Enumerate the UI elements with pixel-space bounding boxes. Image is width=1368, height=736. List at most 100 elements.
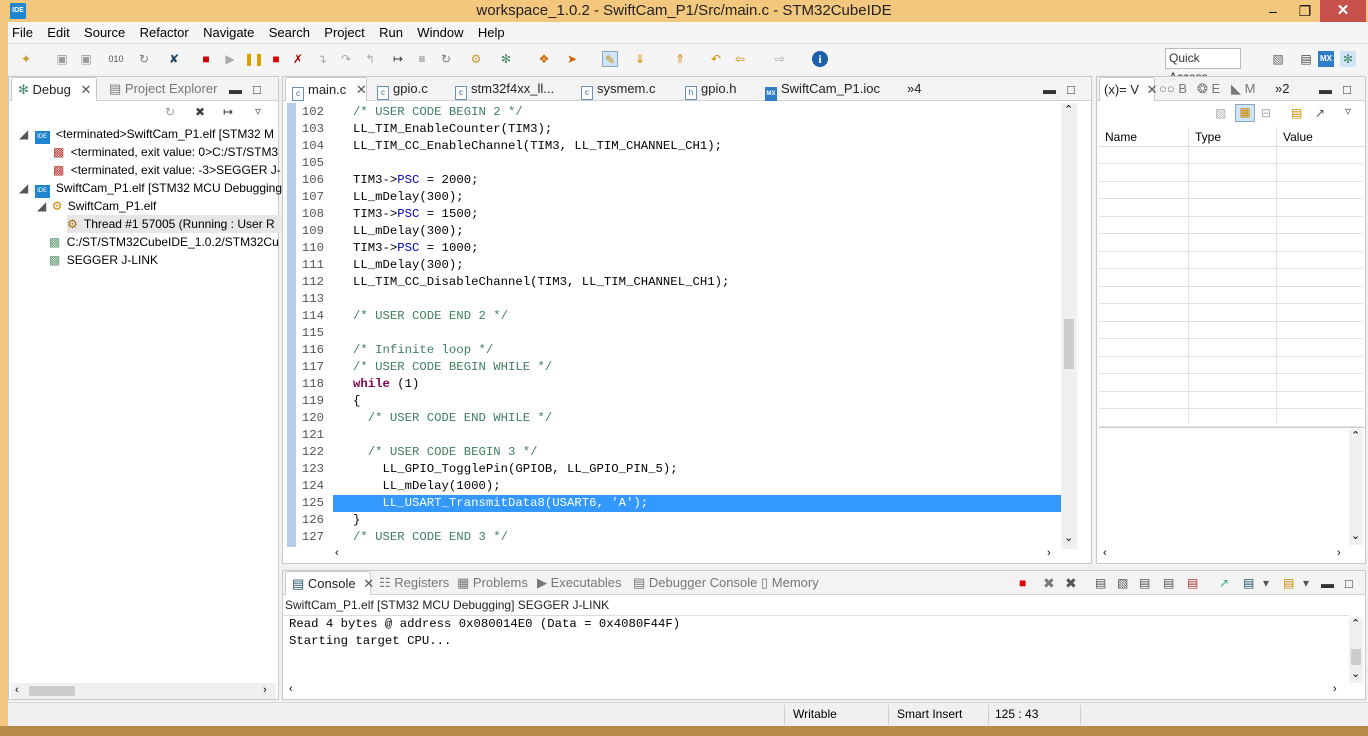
editor-vertical-scrollbar[interactable]: ⌃ ⌄ [1061,103,1077,549]
tab-debugger-console[interactable]: ▤ Debugger Console [633,571,757,595]
code-line[interactable]: 123 LL_GPIO_TogglePin(GPIOB, LL_GPIO_PIN… [287,461,1061,478]
tab-stm32f4xx-ll[interactable]: c stm32f4xx_ll... [455,77,554,101]
tree-item-active-session[interactable]: ◢ IDE SwiftCam_P1.elf [STM32 MCU Debuggi… [19,179,282,198]
tree-item-debug-target[interactable]: ◢ ⚙ SwiftCam_P1.elf [37,197,156,215]
show-on-output-icon[interactable]: ▤ [1163,576,1174,590]
scroll-left-icon[interactable]: ‹ [15,684,19,696]
step-into-icon[interactable]: ↴ [314,51,330,67]
remove-all-icon[interactable]: ✖ [195,105,205,119]
tab-problems[interactable]: ▦ Problems [457,571,528,595]
minimize-view-icon[interactable]: ▬ [1321,576,1334,591]
info-icon[interactable]: i [812,51,828,67]
save-all-icon[interactable]: ▣ [78,51,94,67]
code-line[interactable]: 127 /* USER CODE END 3 */ [287,529,1061,546]
scroll-down-icon[interactable]: ⌄ [1064,531,1073,544]
scroll-thumb[interactable] [1064,319,1074,369]
tab-gpio-h[interactable]: h gpio.h [685,77,736,101]
maximize-view-icon[interactable]: □ [1343,82,1351,97]
next-annotation-icon[interactable]: ⇓ [632,51,648,67]
tree-item-terminated-session[interactable]: ◢ IDE <terminated>SwiftCam_P1.elf [STM32… [19,125,274,144]
menu-navigate[interactable]: Navigate [199,22,258,40]
code-line[interactable]: 115 [287,325,1061,342]
external-tools-icon[interactable]: ➤ [564,51,580,67]
code-line[interactable]: 108 TIM3->PSC = 1500; [287,206,1061,223]
minimize-view-icon[interactable]: ▬ [1319,82,1332,97]
last-edit-icon[interactable]: ↶ [708,51,724,67]
remove-all-terminated-icon[interactable]: ✖ [1065,575,1077,592]
code-editor[interactable]: 102 /* USER CODE BEGIN 2 */ 103 LL_TIM_Enab… [287,104,1061,548]
menu-help[interactable]: Help [474,22,509,40]
tab-expressions[interactable]: ❂ E [1197,77,1220,101]
forward-icon[interactable]: ⇨ [772,51,788,67]
show-type-names-icon[interactable]: ▧ [1215,106,1226,120]
tree-item-gdb-process[interactable]: ▩ C:/ST/STM32CubeIDE_1.0.2/STM32Cu [49,233,279,251]
mark-occurrences-icon[interactable]: ✎ [602,51,618,67]
code-line[interactable]: 105 [287,155,1061,172]
open-console-menu-icon[interactable]: ▾ [1303,576,1309,590]
tree-item-terminated-process[interactable]: ▩ <terminated, exit value: 0>C:/ST/STM3 [53,143,278,161]
suspend-icon[interactable]: ❚❚ [244,51,264,67]
code-line[interactable]: 103 LL_TIM_EnableCounter(TIM3); [287,121,1061,138]
scroll-right-icon[interactable]: › [263,684,267,696]
show-on-error-icon[interactable]: ▤ [1187,576,1198,590]
tab-sysmem-c[interactable]: c sysmem.c [581,77,656,101]
scroll-right-icon[interactable]: › [1047,547,1051,559]
tree-item-jlink-process[interactable]: ▩ SEGGER J-LINK [49,251,158,269]
close-tab-icon[interactable]: ✕ [80,82,91,97]
tab-registers[interactable]: ☷ Registers [379,571,449,595]
skip-breakpoints-icon[interactable]: ↻ [136,51,152,67]
collapse-all-icon[interactable]: ⊟ [1261,106,1271,120]
code-line[interactable]: 114 /* USER CODE END 2 */ [287,308,1061,325]
maximize-view-icon[interactable]: □ [1345,576,1353,591]
terminate-relaunch-icon[interactable]: ■ [198,51,214,67]
scroll-right-icon[interactable]: › [1333,683,1337,695]
code-line[interactable]: 121 [287,427,1061,444]
previous-annotation-icon[interactable]: ⇑ [672,51,688,67]
console-horizontal-scrollbar[interactable]: ‹ › [285,683,1347,698]
code-line[interactable]: 118 while (1) [287,376,1061,393]
code-line[interactable]: 125 LL_USART_TransmitData8(USART6, 'A'); [287,495,1061,512]
binary-icon[interactable]: 010 [108,51,124,67]
mx-perspective-icon[interactable]: MX [1318,51,1334,67]
close-tab-icon[interactable]: ✕ [356,82,367,97]
detail-vertical-scrollbar[interactable]: ⌃ ⌄ [1349,429,1363,545]
column-name[interactable]: Name [1105,130,1137,144]
console-vertical-scrollbar[interactable]: ⌃ ⌄ [1349,617,1363,683]
display-console-menu-icon[interactable]: ▾ [1263,576,1269,590]
save-icon[interactable]: ▣ [54,51,70,67]
tree-item-terminated-process[interactable]: ▩ <terminated, exit value: -3>SEGGER J- [53,161,281,179]
reset-icon[interactable]: ≡ [414,51,430,67]
close-window-button[interactable]: ✕ [1320,0,1366,22]
detail-horizontal-scrollbar[interactable]: ‹ › [1099,547,1349,562]
menu-source[interactable]: Source [80,22,129,40]
scroll-up-icon[interactable]: ⌃ [1351,429,1360,442]
code-line[interactable]: 104 LL_TIM_CC_EnableChannel(TIM3, LL_TIM_… [287,138,1061,155]
scroll-up-icon[interactable]: ⌃ [1064,103,1073,116]
code-line[interactable]: 117 /* USER CODE BEGIN WHILE */ [287,359,1061,376]
code-line[interactable]: 126} [287,512,1061,529]
display-console-icon[interactable]: ▤ [1243,576,1254,590]
maximize-view-icon[interactable]: □ [253,82,261,97]
scroll-left-icon[interactable]: ‹ [335,547,339,559]
show-logical-structure-icon[interactable]: ▦ [1235,104,1255,122]
terminate-icon[interactable]: ■ [1019,576,1026,590]
menu-search[interactable]: Search [265,22,314,40]
code-line[interactable]: 106 TIM3->PSC = 2000; [287,172,1061,189]
step-over-icon[interactable]: ↷ [338,51,354,67]
pin-icon[interactable]: ↗ [1315,106,1325,120]
remove-launches-icon[interactable]: ↻ [165,105,175,119]
minimize-view-icon[interactable]: ▬ [229,82,242,97]
tab-executables[interactable]: ▶ Executables [537,571,621,595]
debug-perspective-icon[interactable]: ✻ [1340,51,1356,67]
code-line[interactable]: 111 LL_mDelay(300); [287,257,1061,274]
code-line[interactable]: 112 LL_TIM_CC_DisableChannel(TIM3, LL_TIM… [287,274,1061,291]
scroll-down-icon[interactable]: ⌄ [1351,529,1360,542]
scroll-thumb[interactable] [1351,649,1361,665]
close-tab-icon[interactable]: ✕ [363,576,374,591]
tab-memory[interactable]: ▯ Memory [761,571,819,595]
scroll-thumb[interactable] [29,686,75,696]
word-wrap-icon[interactable]: ▤ [1139,576,1150,590]
new-view-icon[interactable]: ▤ [1291,106,1302,120]
minimize-button[interactable]: – [1258,0,1288,22]
scroll-right-icon[interactable]: › [1337,547,1341,559]
